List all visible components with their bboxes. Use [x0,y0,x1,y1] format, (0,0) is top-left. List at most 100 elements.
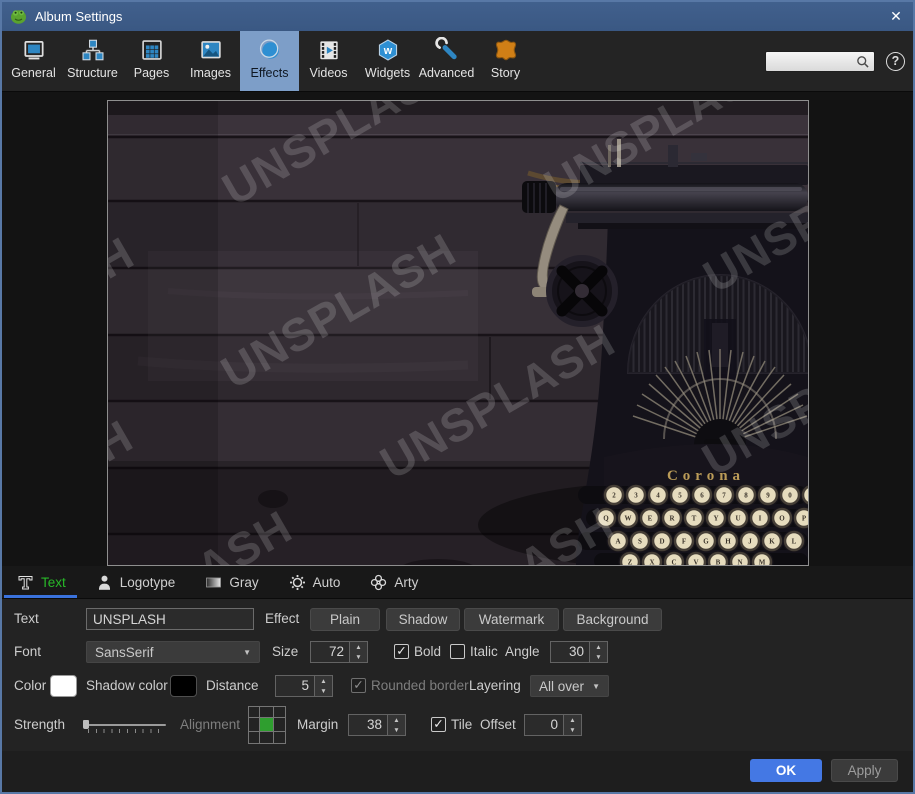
arty-icon [370,574,387,591]
color-swatch[interactable] [50,675,77,697]
effect-background-button[interactable]: Background [563,608,662,631]
svg-text:K: K [769,538,775,546]
offset-value: 0 [525,715,563,735]
alignment-center-cell [260,718,274,732]
layering-label: Layering [469,675,521,697]
tile-label: Tile [451,714,472,736]
spinner-up-icon[interactable] [315,676,332,686]
search-box [765,51,875,72]
toolbar-item-label: Videos [310,66,348,80]
images-icon [198,37,224,63]
margin-spinner[interactable]: 38 [348,714,406,736]
gray-icon [205,574,222,591]
watermark-text-input[interactable] [86,608,254,630]
app-logo-icon [10,8,27,25]
toolbar-item-label: Story [491,66,520,80]
toolbar-item-structure[interactable]: Structure [63,31,122,91]
toolbar-item-label: Widgets [365,66,410,80]
spinner-down-icon[interactable] [315,686,332,696]
spinner-up-icon[interactable] [590,642,607,652]
spinner-up-icon[interactable] [350,642,367,652]
bold-checkbox[interactable] [394,644,409,659]
tab-label: Gray [229,575,258,590]
tab-logotype[interactable]: Logotype [81,566,191,598]
angle-spinner[interactable]: 30 [550,641,608,663]
tab-text[interactable]: Text [2,566,81,598]
structure-icon [80,37,106,63]
tile-checkbox[interactable] [431,717,446,732]
toolbar: General Structure [2,31,913,92]
effects-tabbar: Text Logotype Gray [2,566,913,599]
svg-text:5: 5 [678,492,682,500]
chevron-down-icon [584,682,600,691]
size-value: 72 [311,642,349,662]
window-title: Album Settings [35,9,122,24]
angle-value: 30 [551,642,589,662]
spinner-down-icon[interactable] [564,725,581,735]
search-icon [855,54,870,69]
toolbar-item-effects[interactable]: Effects [240,31,299,91]
shadow-color-swatch[interactable] [170,675,197,697]
margin-value: 38 [349,715,387,735]
svg-text:4: 4 [656,492,660,500]
effect-watermark-button[interactable]: Watermark [464,608,559,631]
dialog-footer: OK Apply [2,751,913,792]
toolbar-item-general[interactable]: General [4,31,63,91]
typewriter-photo: Corona 234567890-QWERTYUIOPASDFGHJKLZXCV… [108,101,808,565]
svg-text:E: E [648,515,653,523]
svg-text:A: A [615,538,620,546]
search-input[interactable] [766,52,855,71]
spinner-up-icon[interactable] [564,715,581,725]
tab-arty[interactable]: Arty [355,566,433,598]
toolbar-item-label: General [11,66,55,80]
font-select[interactable]: SansSerif [86,641,260,663]
slider-thumb[interactable] [83,720,89,729]
tab-label: Logotype [120,575,176,590]
effect-shadow-button[interactable]: Shadow [386,608,460,631]
size-spinner[interactable]: 72 [310,641,368,663]
toolbar-item-label: Structure [67,66,118,80]
close-button[interactable]: ✕ [879,2,913,31]
spinner-down-icon[interactable] [350,652,367,662]
svg-text:w: w [382,45,392,57]
font-label: Font [14,641,41,663]
apply-button[interactable]: Apply [831,759,898,782]
effect-label: Effect [265,608,299,630]
strength-slider[interactable] [82,717,168,737]
spinner-down-icon[interactable] [590,652,607,662]
toolbar-item-advanced[interactable]: Advanced [417,31,476,91]
ok-button[interactable]: OK [750,759,822,782]
svg-text:P: P [802,515,807,523]
spinner-down-icon[interactable] [388,725,405,735]
layering-select-value: All over [539,679,584,694]
toolbar-item-label: Images [190,66,231,80]
svg-text:N: N [737,559,742,565]
toolbar-item-videos[interactable]: Videos [299,31,358,91]
pages-icon [139,37,165,63]
toolbar-item-pages[interactable]: Pages [122,31,181,91]
italic-checkbox[interactable] [450,644,465,659]
shadow-color-label: Shadow color [86,675,168,697]
spinner-up-icon[interactable] [388,715,405,725]
toolbar-item-story[interactable]: Story [476,31,535,91]
color-label: Color [14,675,46,697]
toolbar-item-widgets[interactable]: w Widgets [358,31,417,91]
tab-gray[interactable]: Gray [190,566,273,598]
slider-track[interactable] [88,724,166,726]
tab-label: Arty [394,575,418,590]
svg-text:2: 2 [612,492,616,500]
distance-spinner[interactable]: 5 [275,675,333,697]
svg-text:J: J [748,538,752,546]
tab-auto[interactable]: Auto [274,566,356,598]
effect-plain-button[interactable]: Plain [310,608,380,631]
offset-spinner[interactable]: 0 [524,714,582,736]
size-label: Size [272,641,298,663]
svg-text:X: X [649,559,654,565]
toolbar-item-label: Pages [134,66,169,80]
bold-label: Bold [414,641,441,663]
layering-select[interactable]: All over [530,675,609,697]
toolbar-item-images[interactable]: Images [181,31,240,91]
help-button[interactable]: ? [886,52,905,71]
preview-area: Corona 234567890-QWERTYUIOPASDFGHJKLZXCV… [2,92,913,566]
text-label: Text [14,608,39,630]
